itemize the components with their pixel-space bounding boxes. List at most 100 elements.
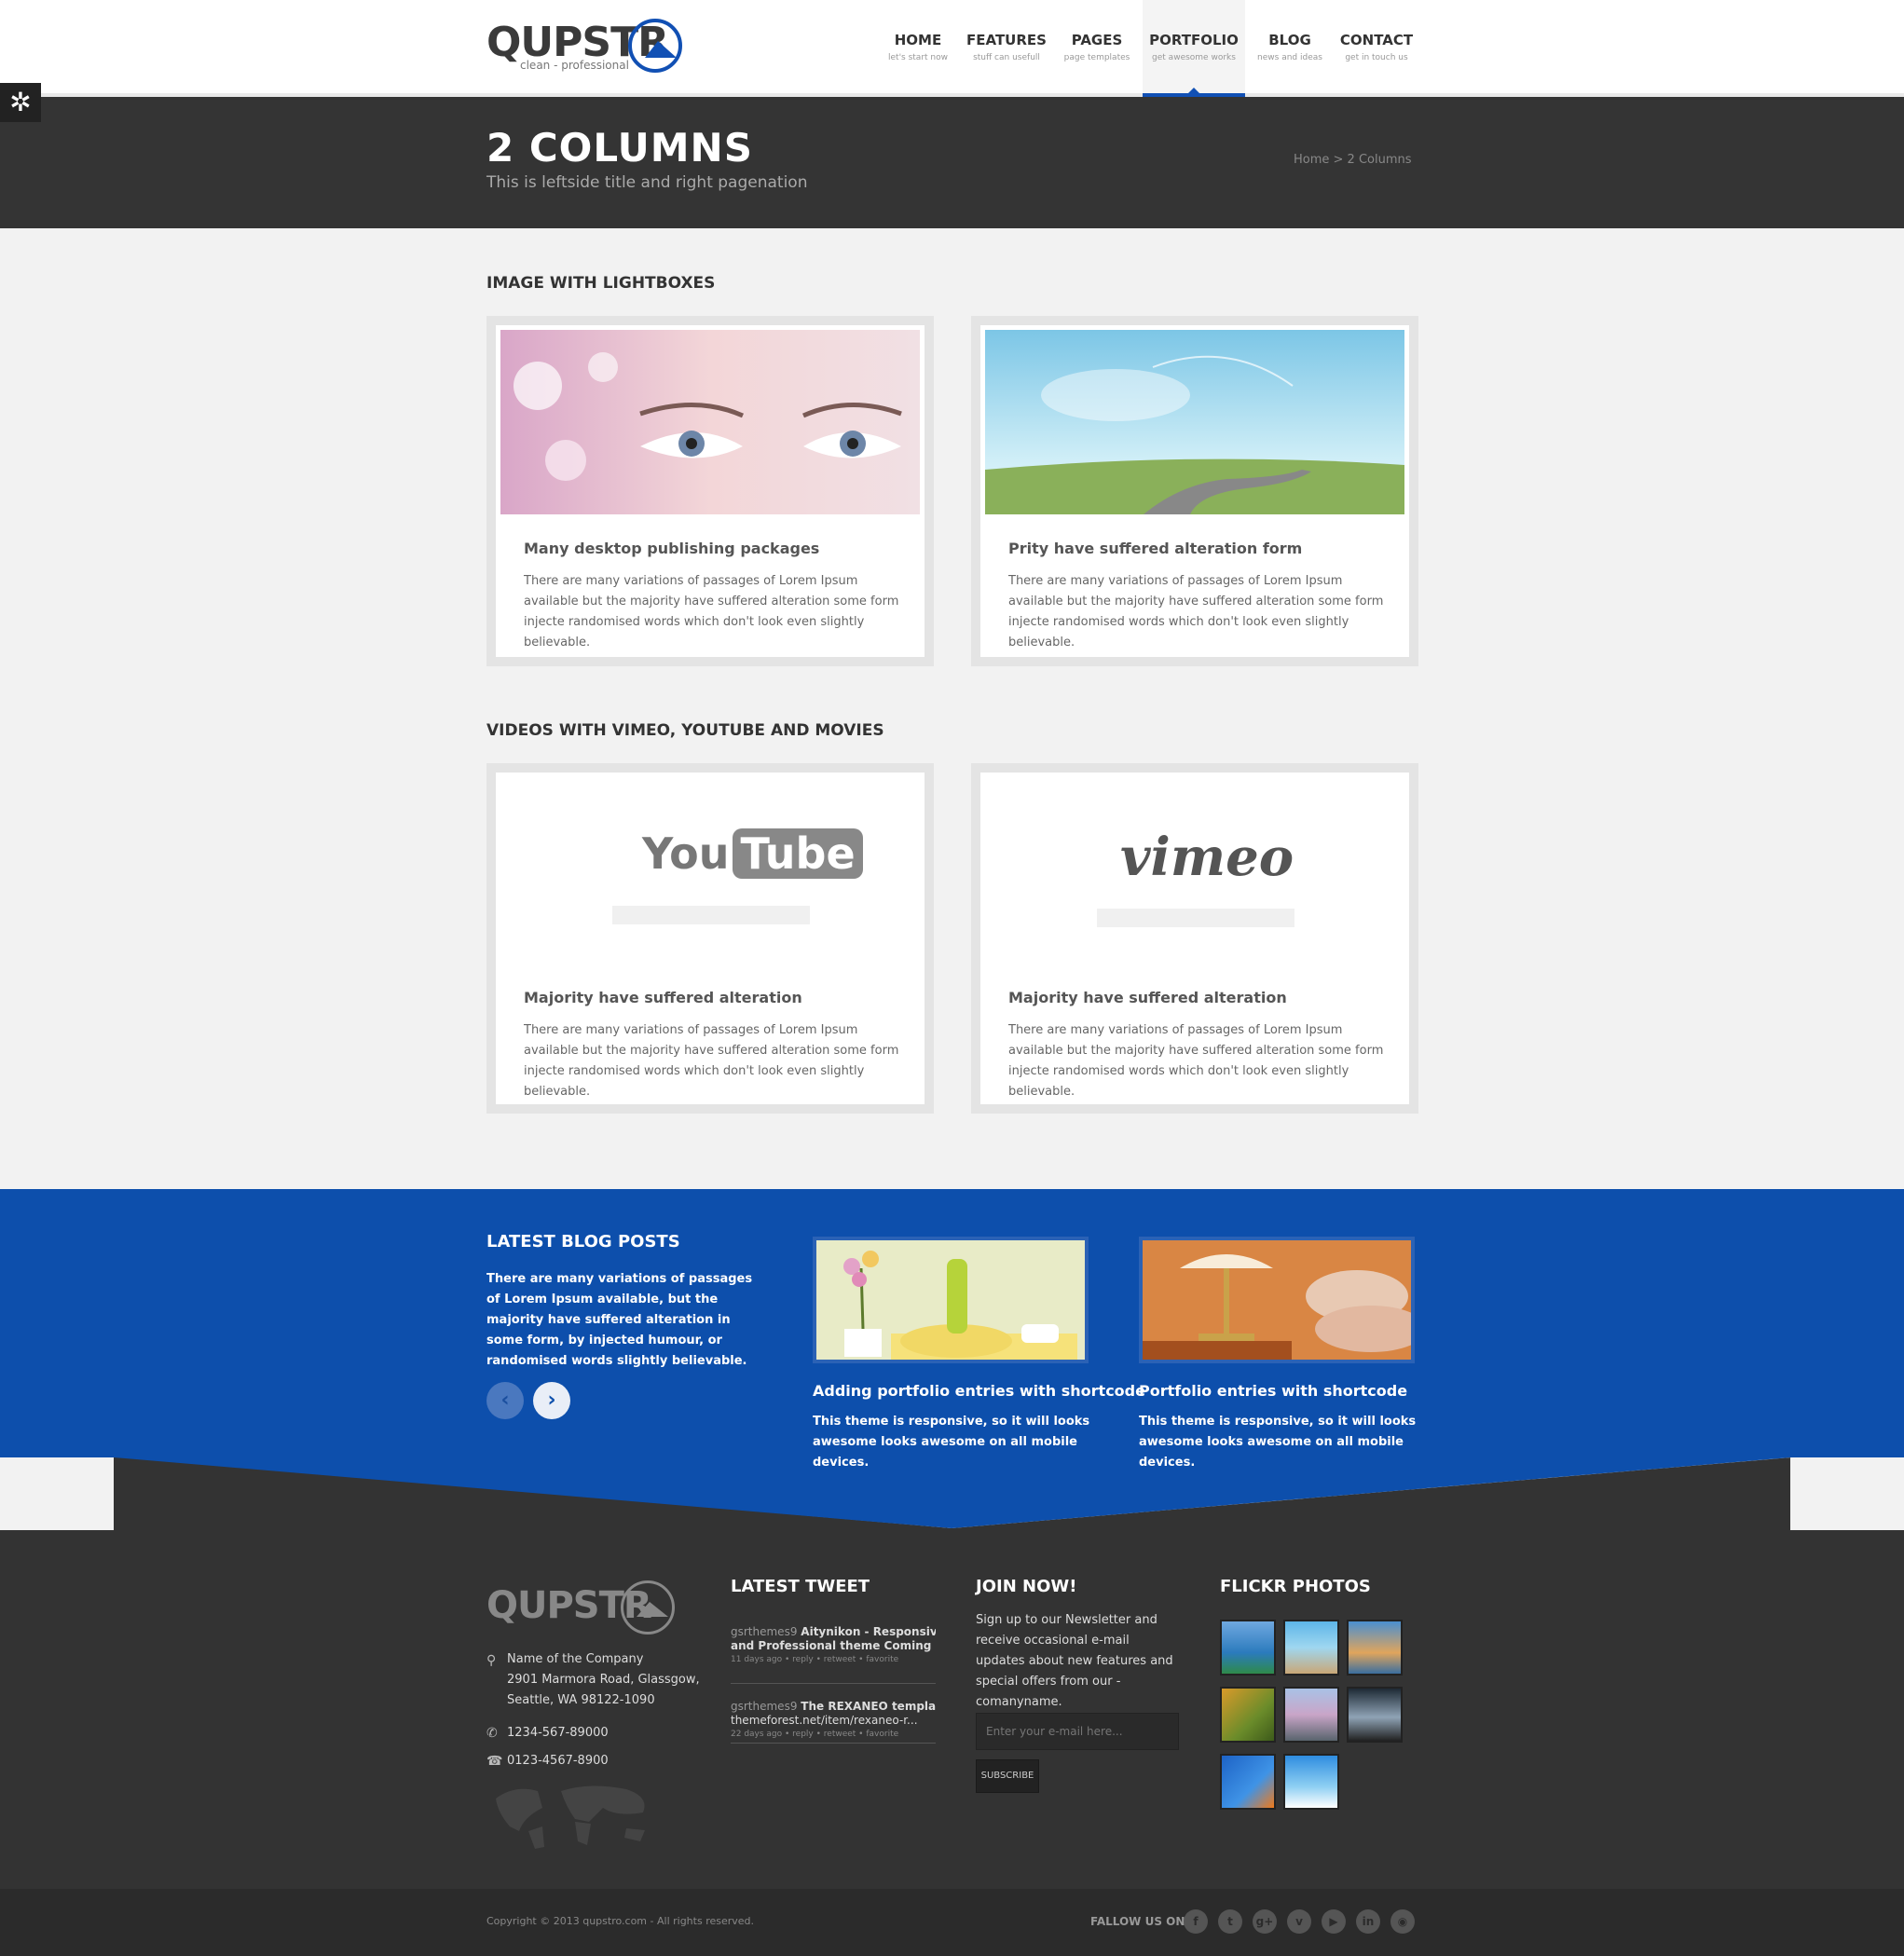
video-player-bar[interactable]	[1097, 909, 1294, 927]
nav-portfolio-sub: get awesome works	[1152, 53, 1236, 62]
card-text: There are many variations of passages of…	[524, 574, 899, 650]
twitter-icon[interactable]: t	[1218, 1909, 1242, 1934]
rss-icon[interactable]: ◉	[1390, 1909, 1415, 1934]
tweet-meta[interactable]: 22 days ago • reply • retweet • favorite	[731, 1728, 936, 1742]
page-title-band: 2 COLUMNS This is leftside title and rig…	[0, 97, 1904, 228]
page-subtitle: This is leftside title and right pagenat…	[486, 173, 808, 192]
blog-post-image-spa[interactable]	[813, 1237, 1089, 1363]
address-line: 2901 Marmora Road, Glassgow,	[507, 1673, 700, 1687]
card-title[interactable]: Many desktop publishing packages	[524, 540, 819, 557]
tweet-user[interactable]: gsrthemes9	[731, 1700, 797, 1713]
fax-icon: ☎	[486, 1754, 503, 1769]
tweet-line: Aitynikon - Responsive HT	[801, 1625, 936, 1638]
card-title[interactable]: Majority have suffered alteration	[524, 989, 802, 1006]
nav-blog-label: BLOG	[1268, 32, 1311, 48]
page-title: 2 COLUMNS	[486, 125, 753, 171]
nav-features-label: FEATURES	[966, 32, 1047, 48]
header: QUPSTR clean - professional HOME let's s…	[0, 0, 1904, 97]
portfolio-card: Many desktop publishing packages There a…	[486, 316, 934, 666]
footer-logo-mark-icon	[621, 1580, 675, 1635]
portfolio-card: Prity have suffered alteration form Ther…	[971, 316, 1418, 666]
nav-blog[interactable]: BLOG news and ideas	[1254, 0, 1325, 97]
logo-tagline: clean - professional	[520, 59, 629, 72]
copyright: Copyright © 2013 qupstro.com - All right…	[486, 1915, 755, 1927]
images-section-title: IMAGE WITH LIGHTBOXES	[486, 274, 716, 293]
flickr-photo[interactable]	[1220, 1754, 1276, 1810]
youtube-logo-tube: Tube	[733, 828, 863, 879]
video-player-bar[interactable]	[612, 906, 810, 924]
address-line: Name of the Company	[507, 1652, 644, 1666]
nav-pages-sub: page templates	[1063, 53, 1130, 62]
subscribe-button[interactable]: SUBSCRIBE	[976, 1759, 1039, 1793]
latest-tweet-title: LATEST TWEET	[731, 1577, 870, 1596]
breadcrumb[interactable]: Home > 2 Columns	[1294, 153, 1412, 167]
settings-gear-icon[interactable]: ✲	[0, 83, 41, 122]
nav-portfolio-label: PORTFOLIO	[1149, 32, 1239, 48]
flickr-photos-title: FLICKR PHOTOS	[1220, 1577, 1371, 1596]
prev-arrow-icon[interactable]: ‹	[486, 1382, 524, 1419]
card-title[interactable]: Prity have suffered alteration form	[1008, 540, 1302, 557]
blog-post-title[interactable]: Portfolio entries with shortcode	[1139, 1382, 1407, 1400]
join-now-title: JOIN NOW!	[976, 1577, 1077, 1596]
facebook-icon[interactable]: f	[1184, 1909, 1208, 1934]
nav-contact[interactable]: CONTACT get in touch us	[1336, 0, 1417, 97]
nav-blog-sub: news and ideas	[1257, 53, 1322, 62]
nav-contact-label: CONTACT	[1339, 32, 1414, 48]
tweet-item[interactable]: gsrthemes9 Aitynikon - Responsive HT and…	[731, 1625, 936, 1667]
flickr-photo[interactable]	[1283, 1687, 1339, 1743]
address-line: Seattle, WA 98122-1090	[507, 1693, 655, 1707]
nav-pages-label: PAGES	[1071, 32, 1123, 48]
nav-portfolio[interactable]: PORTFOLIO get awesome works	[1143, 0, 1245, 97]
flickr-photo[interactable]	[1347, 1620, 1403, 1676]
google-plus-icon[interactable]: g+	[1253, 1909, 1277, 1934]
portfolio-image-road[interactable]	[985, 330, 1404, 514]
tweet-user[interactable]: gsrthemes9	[731, 1625, 797, 1638]
video-card: vimeo Majority have suffered alteration …	[971, 763, 1418, 1114]
portfolio-image-eyes[interactable]	[500, 330, 920, 514]
videos-section-title: VIDEOS WITH VIMEO, YOUTUBE AND MOVIES	[486, 721, 884, 740]
footer-phone: 1234-567-89000	[507, 1726, 609, 1740]
card-title[interactable]: Majority have suffered alteration	[1008, 989, 1287, 1006]
youtube-logo[interactable]: You Tube	[642, 828, 863, 879]
blog-section-text: There are many variations of passages of…	[486, 1272, 753, 1368]
video-card: You Tube Majority have suffered alteratio…	[486, 763, 934, 1114]
linkedin-icon[interactable]: in	[1356, 1909, 1380, 1934]
blog-section-title: LATEST BLOG POSTS	[486, 1232, 680, 1252]
vimeo-icon[interactable]: v	[1287, 1909, 1311, 1934]
logo[interactable]: QUPSTR clean - professional	[486, 19, 682, 75]
bottom-bar	[0, 1889, 1904, 1956]
phone-icon: ✆	[486, 1726, 498, 1741]
nav-features-sub: stuff can usefull	[973, 53, 1040, 62]
tweet-meta[interactable]: 11 days ago • reply • retweet • favorite	[731, 1653, 936, 1667]
tweet-line[interactable]: themeforest.net/item/rexaneo-r...	[731, 1714, 918, 1727]
vimeo-logo[interactable]: vimeo	[1120, 827, 1294, 888]
divider	[731, 1683, 936, 1684]
blog-post-title[interactable]: Adding portfolio entries with shortcode	[813, 1382, 1145, 1400]
flickr-photo[interactable]	[1283, 1754, 1339, 1810]
nav-pages[interactable]: PAGES page templates	[1057, 0, 1137, 97]
blog-post-text: This theme is responsive, so it will loo…	[813, 1415, 1090, 1470]
flickr-photo[interactable]	[1220, 1620, 1276, 1676]
nav-home[interactable]: HOME let's start now	[880, 0, 956, 97]
blog-post-image-bedroom[interactable]	[1139, 1237, 1415, 1363]
divider	[731, 1743, 936, 1744]
footer-fax: 0123-4567-8900	[507, 1754, 609, 1768]
newsletter-email-input[interactable]	[976, 1713, 1179, 1750]
footer-address: Name of the Company 2901 Marmora Road, G…	[507, 1649, 700, 1711]
youtube-icon[interactable]: ▶	[1322, 1909, 1346, 1934]
nav-home-sub: let's start now	[888, 53, 948, 62]
join-now-text: Sign up to our Newsletter and receive oc…	[976, 1613, 1173, 1709]
tweet-item[interactable]: gsrthemes9 The REXANEO template o themef…	[731, 1700, 936, 1742]
flickr-photo[interactable]	[1283, 1620, 1339, 1676]
next-arrow-icon[interactable]: ›	[533, 1382, 570, 1419]
card-text: There are many variations of passages of…	[524, 1023, 899, 1099]
nav-features[interactable]: FEATURES stuff can usefull	[966, 0, 1048, 97]
logo-mark-icon	[628, 19, 682, 73]
flickr-photo[interactable]	[1347, 1687, 1403, 1743]
location-pin-icon: ⚲	[486, 1653, 497, 1668]
tweet-line: The REXANEO template o	[801, 1700, 936, 1713]
card-text: There are many variations of passages of…	[1008, 574, 1384, 650]
nav-active-arrow-icon	[1188, 88, 1199, 93]
nav-contact-sub: get in touch us	[1345, 53, 1408, 62]
flickr-photo[interactable]	[1220, 1687, 1276, 1743]
